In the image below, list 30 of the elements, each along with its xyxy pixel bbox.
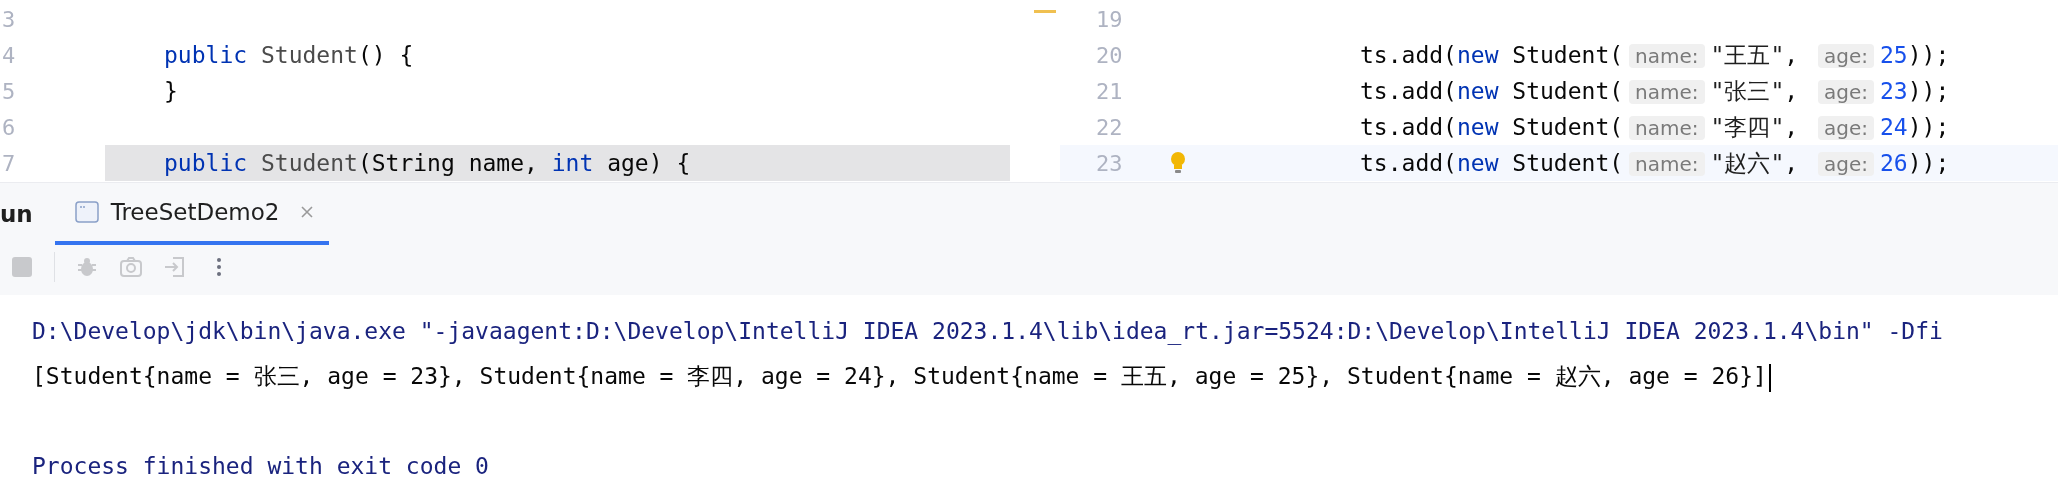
close-icon[interactable] — [299, 204, 316, 220]
console-line: Process finished with exit code 0 — [32, 453, 489, 479]
bug-icon[interactable] — [75, 255, 99, 279]
line-number: 5 — [1, 78, 17, 104]
line-number: 4 — [1, 42, 17, 68]
console-icon — [74, 201, 99, 223]
stop-icon[interactable] — [10, 255, 34, 279]
code-line: } — [163, 77, 179, 106]
line-number: 21 — [1096, 78, 1123, 104]
console-line: D:\Develop\jdk\bin\java.exe "-javaagent:D:\Develop\IntelliJ IDEA 2023.1.4\lib\idea_rt.jar=5524:D:\Develop\IntelliJ IDEA 2023.1.4\bin" -Dfi — [32, 318, 1943, 344]
line-number: 7 — [1, 150, 17, 176]
camera-icon[interactable] — [119, 255, 143, 279]
code-line: public Student() { — [163, 41, 415, 70]
run-tab[interactable]: TreeSetDemo2 — [54, 183, 330, 245]
line-number: 6 — [1, 114, 17, 140]
line-number: 19 — [1096, 6, 1123, 32]
tool-window-title: un — [0, 200, 34, 229]
code-line: ts.add(new Student( name: "王五", age: 25)); — [1359, 40, 1950, 70]
warning-marker[interactable] — [1034, 10, 1056, 13]
line-number: 23 — [1096, 150, 1123, 176]
line-number: 20 — [1096, 42, 1123, 68]
line-number: 22 — [1096, 114, 1123, 140]
code-line: ts.add(new Student( name: "李四", age: 24)); — [1359, 112, 1950, 142]
console-line: [Student{name = 张三, age = 23}, Student{name = 李四, age = 24}, Student{name = 王五, age = 25}, Student{name = 赵六, age = 26}] — [32, 363, 1767, 389]
line-number: 3 — [1, 6, 17, 32]
lightbulb-icon[interactable] — [1168, 151, 1187, 175]
code-line: ts.add(new Student( name: "张三", age: 23)); — [1359, 76, 1950, 106]
code-line: ts.add(new Student( name: "赵六", age: 26)); — [1359, 148, 1950, 178]
code-line: public Student(String name, int age) { — [163, 149, 692, 178]
exit-icon[interactable] — [163, 255, 187, 279]
